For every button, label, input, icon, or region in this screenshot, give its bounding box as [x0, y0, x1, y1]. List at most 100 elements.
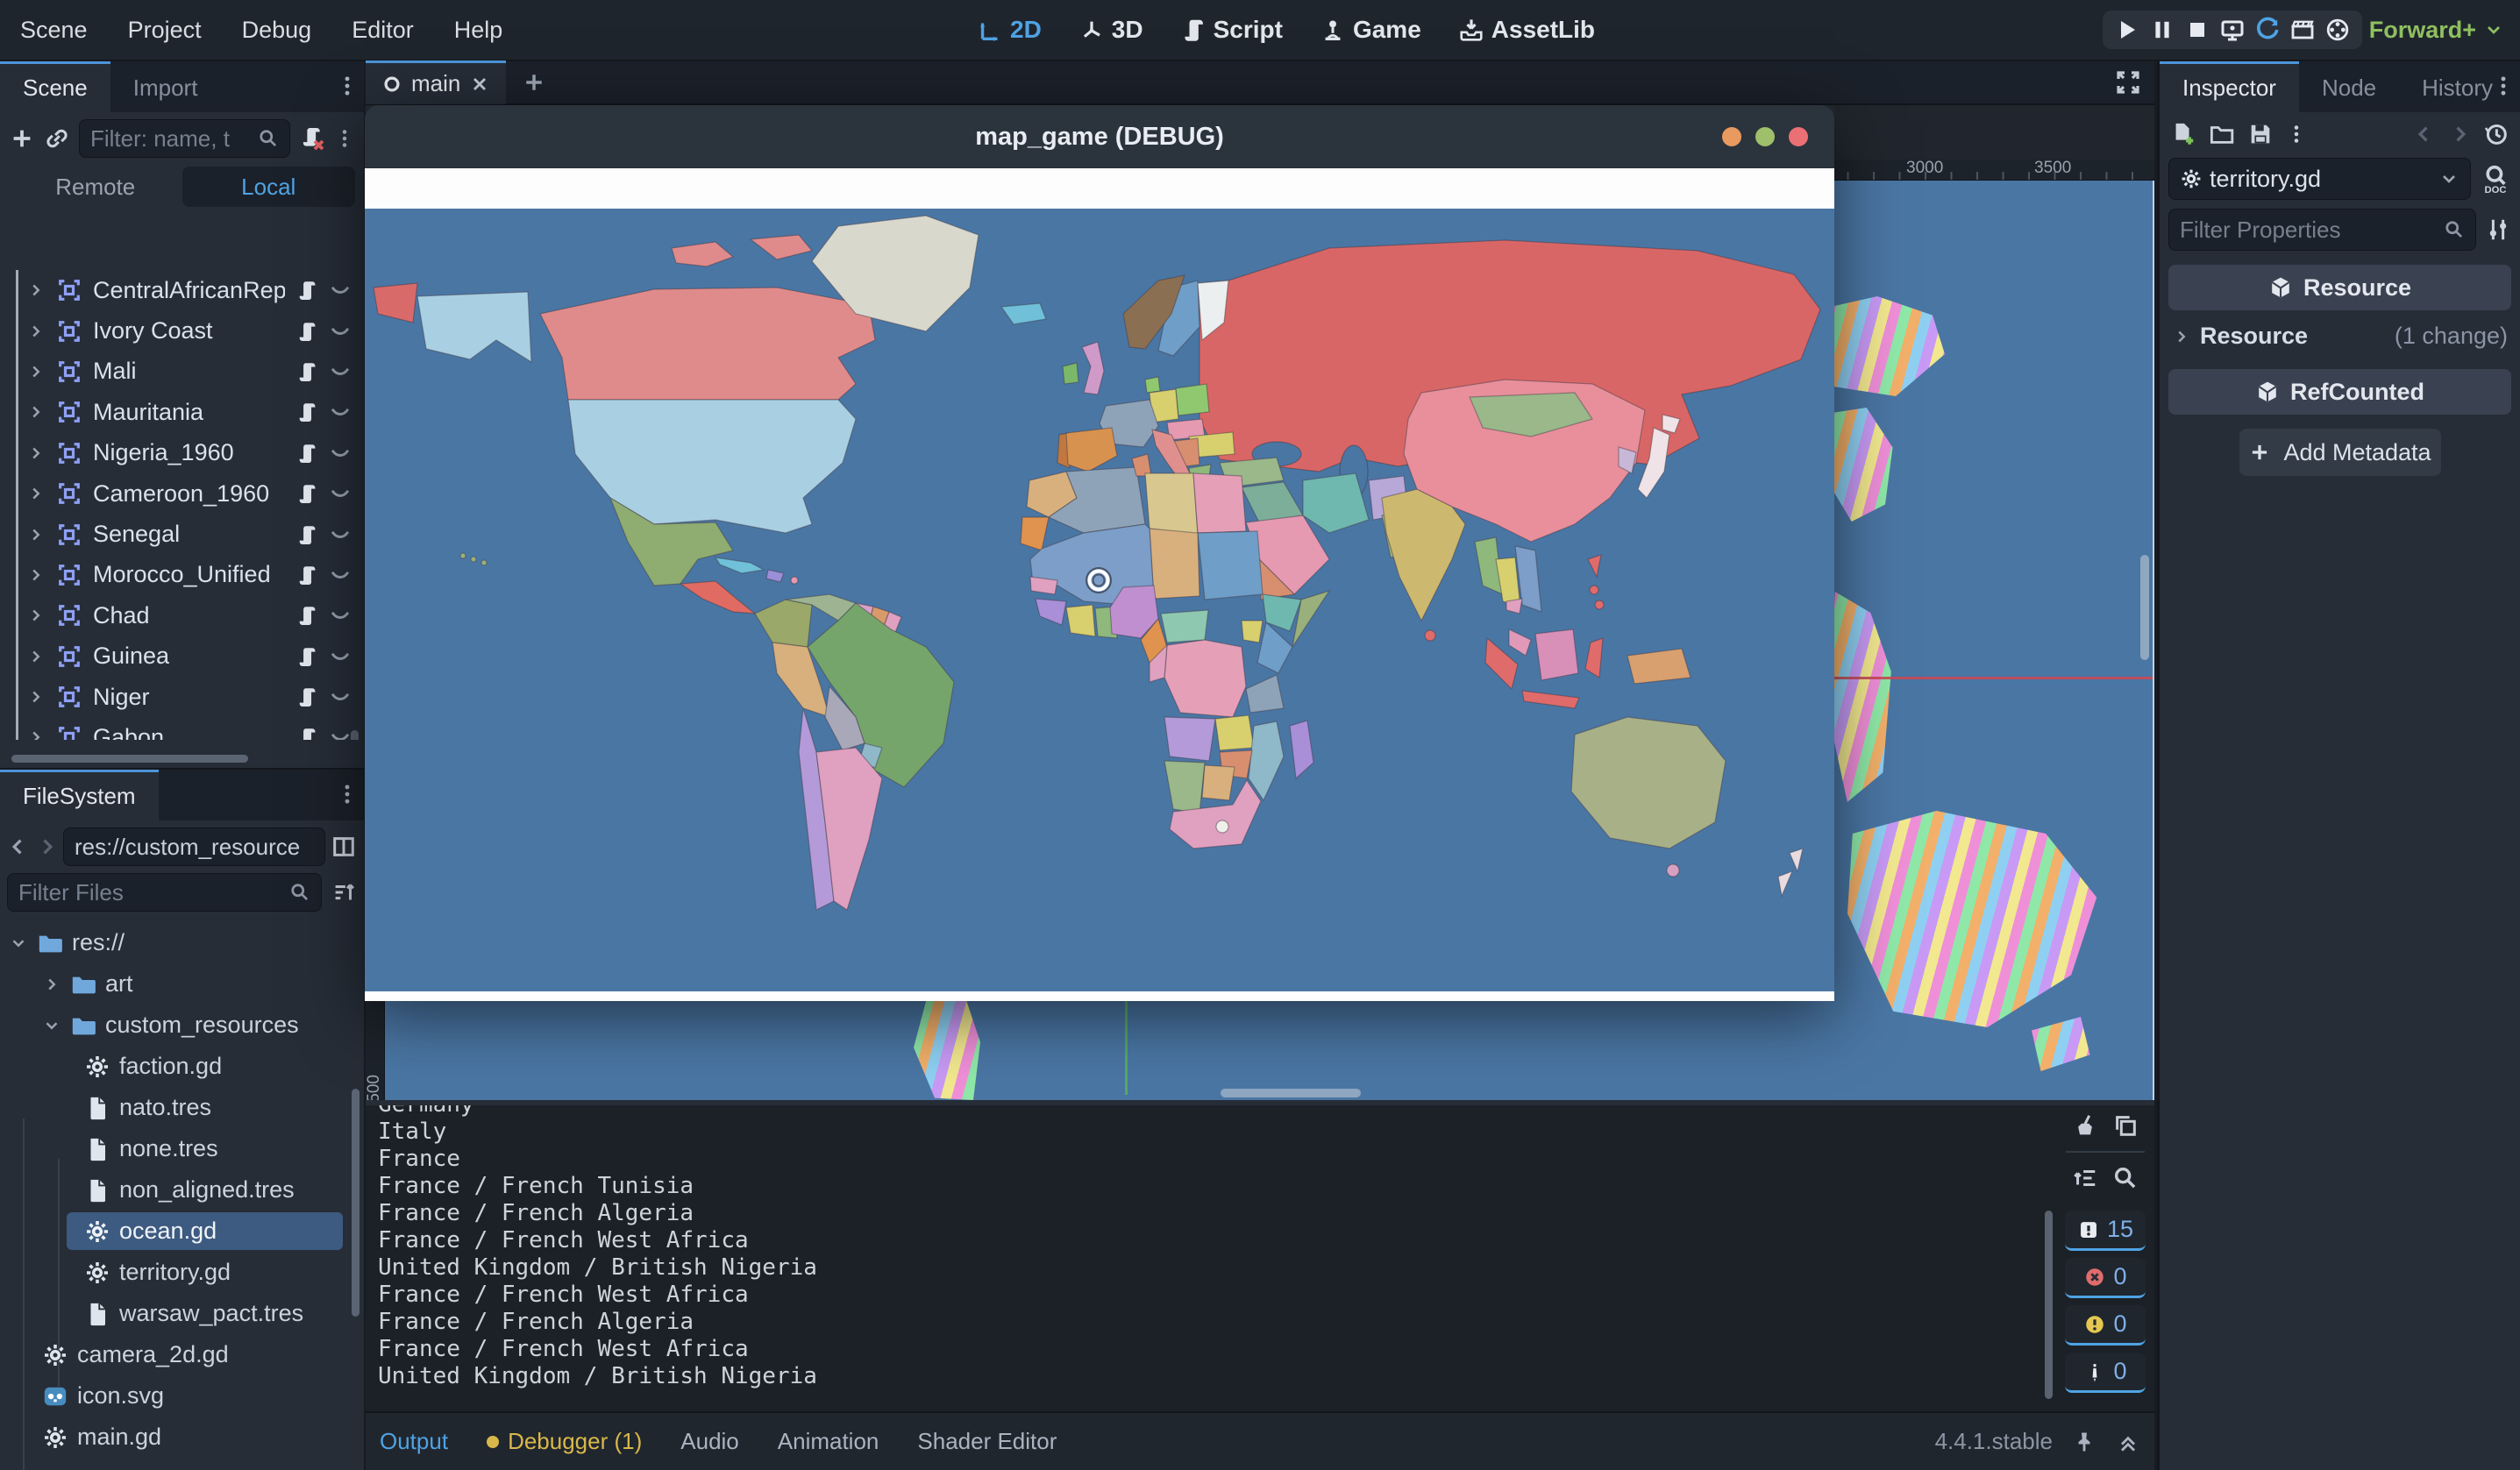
bottom-tab-shader-editor[interactable]: Shader Editor: [917, 1428, 1057, 1455]
output-log-scrollbar[interactable]: [2045, 1211, 2053, 1399]
expand-icon[interactable]: [26, 318, 46, 344]
menu-scene[interactable]: Scene: [0, 17, 108, 44]
tab-node[interactable]: Node: [2299, 61, 2399, 112]
script-icon[interactable]: [295, 602, 318, 628]
resource-category-header[interactable]: Resource: [2168, 265, 2511, 310]
scene-node-row[interactable]: Morocco_Unified: [0, 555, 364, 595]
file-row[interactable]: none.tres: [0, 1128, 364, 1169]
script-icon[interactable]: [295, 480, 318, 507]
tab-filesystem[interactable]: FileSystem: [0, 770, 159, 820]
file-row[interactable]: faction.gd: [0, 1046, 364, 1087]
scene-tree-vertical-scrollbar[interactable]: [351, 730, 359, 740]
bottom-tab-debugger[interactable]: Debugger (1): [487, 1428, 642, 1455]
script-icon[interactable]: [295, 724, 318, 740]
file-row[interactable]: camera_2d.gd: [0, 1334, 364, 1375]
visibility-hidden-icon[interactable]: [329, 399, 352, 425]
window-maximize-button[interactable]: [1755, 127, 1775, 146]
clear-output-button[interactable]: [2072, 1112, 2098, 1139]
detach-script-icon[interactable]: [299, 125, 325, 152]
scene-node-row[interactable]: Chad: [0, 595, 364, 636]
scene-filter-input[interactable]: [90, 125, 251, 153]
renderer-selector[interactable]: Forward+: [2369, 17, 2504, 44]
pin-bottom-panel-icon[interactable]: [2072, 1429, 2096, 1455]
expand-icon[interactable]: [26, 277, 46, 303]
scene-node-row[interactable]: Guinea: [0, 636, 364, 677]
script-icon[interactable]: [295, 318, 318, 344]
folder-row[interactable]: art: [0, 963, 364, 1005]
viewport-horizontal-scrollbar[interactable]: [1221, 1089, 1361, 1097]
file-row[interactable]: warsaw_pact.tres: [0, 1293, 364, 1334]
window-minimize-button[interactable]: [1722, 127, 1741, 146]
workspace-3d[interactable]: 3D: [1066, 16, 1156, 44]
bottom-tab-output[interactable]: Output: [380, 1428, 448, 1455]
scene-node-row[interactable]: Niger: [0, 677, 364, 717]
sort-files-icon[interactable]: [331, 879, 357, 905]
visibility-hidden-icon[interactable]: [329, 724, 352, 740]
nav-back-icon[interactable]: [7, 834, 30, 860]
inspector-menu-icon[interactable]: [2492, 68, 2515, 103]
script-icon[interactable]: [295, 643, 318, 670]
tab-inspector[interactable]: Inspector: [2160, 61, 2299, 112]
expand-icon[interactable]: [26, 399, 46, 425]
load-resource-button[interactable]: [2209, 121, 2235, 147]
workspace-script[interactable]: Script: [1168, 16, 1295, 44]
menu-editor[interactable]: Editor: [331, 17, 434, 44]
filesystem-vertical-scrollbar[interactable]: [352, 1089, 359, 1317]
resource-picker[interactable]: territory.gd: [2168, 158, 2471, 200]
scene-node-row[interactable]: Nigeria_1960: [0, 433, 364, 473]
folder-row[interactable]: res://: [0, 922, 364, 963]
tab-scene[interactable]: Scene: [0, 61, 110, 112]
scene-tree-menu-icon[interactable]: [334, 125, 355, 152]
workspace-game[interactable]: Game: [1307, 16, 1434, 44]
pause-button[interactable]: [2148, 16, 2176, 44]
file-row-selected[interactable]: ocean.gd: [0, 1211, 364, 1252]
split-view-icon[interactable]: [331, 834, 357, 860]
expand-icon[interactable]: [26, 724, 46, 740]
visibility-hidden-icon[interactable]: [329, 359, 352, 385]
instance-scene-button[interactable]: [44, 125, 70, 152]
file-row[interactable]: icon.svg: [0, 1375, 364, 1417]
collapse-icon[interactable]: [9, 930, 28, 956]
message-count-toggle[interactable]: 15: [2065, 1211, 2146, 1251]
movie-maker-button[interactable]: [2289, 16, 2317, 44]
visibility-hidden-icon[interactable]: [329, 602, 352, 628]
add-metadata-button[interactable]: Add Metadata: [2239, 429, 2441, 476]
expand-icon[interactable]: [26, 440, 46, 466]
movie-reel-button[interactable]: [2324, 16, 2352, 44]
refcounted-category-header[interactable]: RefCounted: [2168, 369, 2511, 415]
nav-forward-icon[interactable]: [35, 834, 58, 860]
bottom-tab-audio[interactable]: Audio: [680, 1428, 739, 1455]
visibility-hidden-icon[interactable]: [329, 522, 352, 548]
path-input[interactable]: [75, 834, 314, 861]
search-docs-icon[interactable]: [2480, 163, 2511, 195]
script-icon[interactable]: [295, 277, 318, 303]
new-scene-tab-button[interactable]: [522, 70, 546, 95]
expand-icon[interactable]: [26, 643, 46, 670]
visibility-hidden-icon[interactable]: [329, 277, 352, 303]
window-close-button[interactable]: [1789, 127, 1808, 146]
scene-tab-main[interactable]: main: [366, 60, 506, 104]
save-resource-button[interactable]: [2247, 121, 2274, 147]
scene-node-row[interactable]: CentralAfricanRep: [0, 270, 364, 310]
expand-icon[interactable]: [26, 522, 46, 548]
scene-node-row[interactable]: Mali: [0, 352, 364, 392]
folder-row[interactable]: custom_resources: [0, 1005, 364, 1046]
filesystem-menu-icon[interactable]: [336, 777, 359, 812]
local-toggle[interactable]: Local: [182, 167, 356, 207]
remote-debug-button[interactable]: [2218, 16, 2246, 44]
edit-count-toggle[interactable]: 0: [2065, 1353, 2146, 1393]
history-forward-icon[interactable]: [2448, 121, 2471, 147]
expand-bottom-panel-icon[interactable]: [2116, 1429, 2140, 1455]
script-icon[interactable]: [295, 359, 318, 385]
game-window-titlebar[interactable]: map_game (DEBUG): [365, 105, 1834, 168]
output-log[interactable]: Germany Italy France France / French Tun…: [366, 1105, 2058, 1411]
script-icon[interactable]: [295, 684, 318, 710]
file-row[interactable]: non_aligned.tres: [0, 1169, 364, 1211]
viewport-vertical-scrollbar[interactable]: [2140, 555, 2149, 660]
script-icon[interactable]: [295, 440, 318, 466]
stop-button[interactable]: [2183, 16, 2211, 44]
scene-node-row[interactable]: Gabon: [0, 717, 364, 740]
property-filter-input[interactable]: [2180, 217, 2437, 244]
remote-toggle[interactable]: Remote: [9, 167, 182, 207]
file-row[interactable]: nato.tres: [0, 1087, 364, 1128]
